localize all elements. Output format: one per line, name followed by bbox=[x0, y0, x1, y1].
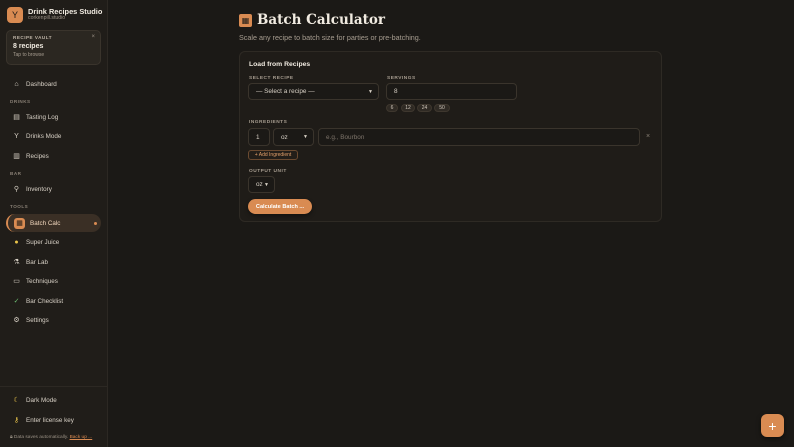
sidebar-item-recipes[interactable]: ▥ Recipes bbox=[6, 147, 101, 165]
sidebar-item-bar-lab[interactable]: ⚗ Bar Lab bbox=[6, 253, 101, 271]
brand-subtitle: corkenpill.studio bbox=[28, 15, 66, 22]
sidebar-item-bar-checklist[interactable]: ✓ Bar Checklist bbox=[6, 292, 101, 310]
home-icon: ⌂ bbox=[14, 80, 19, 88]
save-note-text: Data saves automatically. bbox=[13, 435, 69, 440]
output-unit-select[interactable]: oz ▼ bbox=[248, 176, 275, 193]
servings-preset-24[interactable]: 24 bbox=[417, 104, 432, 112]
add-ingredient-button[interactable]: + Add Ingredient bbox=[248, 150, 298, 160]
abacus-icon: ▦ bbox=[239, 13, 252, 27]
ingredient-unit-select[interactable]: oz ▼ bbox=[273, 128, 314, 146]
checkbox-icon: ✓ bbox=[13, 297, 20, 305]
servings-input[interactable]: 8 bbox=[386, 83, 517, 100]
sidebar-item-techniques[interactable]: ▭ Techniques bbox=[6, 272, 101, 290]
servings-preset-6[interactable]: 6 bbox=[386, 104, 398, 112]
notebook-icon: ▤ bbox=[13, 113, 20, 121]
active-indicator bbox=[94, 221, 97, 225]
vault-hint: Tap to browse bbox=[13, 52, 45, 58]
card-title: Load from Recipes bbox=[249, 61, 311, 68]
ingredient-amount-value: 1 bbox=[256, 133, 260, 141]
remove-ingredient-icon[interactable]: × bbox=[646, 133, 650, 140]
add-fab-button[interactable]: + bbox=[761, 414, 784, 437]
section-drinks: DRINKS bbox=[10, 99, 31, 104]
sidebar-item-label: Super Juice bbox=[26, 238, 60, 246]
lock-icon: 🔒︎ bbox=[10, 435, 13, 440]
lemon-icon: ● bbox=[14, 238, 19, 246]
cocktail-icon: Y bbox=[14, 132, 19, 140]
dark-mode-toggle[interactable]: ☾ Dark Mode bbox=[6, 391, 101, 409]
book-icon: ▭ bbox=[13, 277, 20, 285]
page-subtitle: Scale any recipe to batch size for parti… bbox=[239, 33, 421, 42]
page-title-text: Batch Calculator bbox=[257, 12, 386, 28]
close-icon[interactable]: × bbox=[91, 34, 95, 40]
servings-value: 8 bbox=[394, 88, 398, 95]
servings-label: SERVINGS bbox=[387, 76, 416, 81]
ingredient-unit-value: oz bbox=[281, 133, 288, 141]
license-key-button[interactable]: ⚷ Enter license key bbox=[6, 411, 101, 429]
sidebar-item-label: Bar Lab bbox=[26, 258, 49, 266]
gear-icon: ⚙ bbox=[13, 316, 20, 324]
bottle-icon: ⚲ bbox=[13, 185, 20, 193]
section-tools: TOOLS bbox=[10, 204, 29, 209]
sidebar-item-label: Settings bbox=[26, 316, 49, 324]
sidebar-item-label: Recipes bbox=[26, 152, 49, 160]
brand[interactable]: Y Drink Recipes Studio corkenpill.studio bbox=[7, 7, 102, 23]
key-icon: ⚷ bbox=[13, 416, 20, 424]
sidebar-item-inventory[interactable]: ⚲ Inventory bbox=[6, 180, 101, 198]
sidebar-item-label: Inventory bbox=[26, 185, 52, 193]
sidebar-item-batch-calc[interactable]: ▦ Batch Calc bbox=[6, 214, 101, 232]
ingredient-amount-input[interactable]: 1 bbox=[248, 128, 270, 146]
test-tube-icon: ⚗ bbox=[13, 258, 20, 266]
dark-mode-label: Dark Mode bbox=[26, 396, 57, 404]
sidebar-item-dashboard[interactable]: ⌂ Dashboard bbox=[6, 75, 101, 93]
output-unit-label: OUTPUT UNIT bbox=[249, 169, 287, 174]
recipe-select[interactable]: — Select a recipe — ▼ bbox=[248, 83, 379, 100]
sidebar-item-label: Dashboard bbox=[26, 80, 57, 88]
ingredients-label: INGREDIENTS bbox=[249, 120, 288, 125]
batch-form-card: Load from Recipes SELECT RECIPE — Select… bbox=[239, 51, 662, 222]
sidebar-item-label: Tasting Log bbox=[26, 113, 59, 121]
select-recipe-label: SELECT RECIPE bbox=[249, 76, 294, 81]
recipe-select-value: — Select a recipe — bbox=[256, 88, 315, 95]
vault-count: 8 recipes bbox=[13, 43, 44, 50]
ingredient-name-placeholder: e.g., Bourbon bbox=[326, 133, 365, 141]
servings-preset-12[interactable]: 12 bbox=[401, 104, 415, 112]
sidebar-item-super-juice[interactable]: ● Super Juice bbox=[6, 233, 101, 251]
sidebar-item-label: Batch Calc bbox=[30, 219, 61, 227]
vault-label: RECIPE VAULT bbox=[13, 35, 53, 40]
backup-link[interactable]: Back up ... bbox=[70, 435, 93, 440]
chevron-down-icon: ▼ bbox=[303, 134, 308, 140]
calculate-batch-button[interactable]: Calculate Batch ... bbox=[248, 199, 312, 214]
chevron-down-icon: ▼ bbox=[264, 181, 269, 188]
sidebar-item-settings[interactable]: ⚙ Settings bbox=[6, 311, 101, 329]
sidebar-item-label: Techniques bbox=[26, 277, 58, 285]
moon-icon: ☾ bbox=[13, 396, 20, 404]
sidebar-divider bbox=[0, 386, 108, 387]
books-icon: ▥ bbox=[13, 152, 20, 160]
cocktail-logo-icon: Y bbox=[7, 7, 23, 23]
output-unit-value: oz bbox=[256, 181, 263, 188]
chevron-down-icon: ▼ bbox=[368, 88, 373, 95]
sidebar-item-label: Bar Checklist bbox=[26, 297, 64, 305]
recipe-vault-card[interactable]: RECIPE VAULT × 8 recipes Tap to browse bbox=[6, 30, 101, 65]
sidebar-item-tasting-log[interactable]: ▤ Tasting Log bbox=[6, 108, 101, 126]
page-title: ▦ Batch Calculator bbox=[239, 12, 385, 28]
sidebar-item-drinks-mode[interactable]: Y Drinks Mode bbox=[6, 127, 101, 145]
abacus-icon: ▦ bbox=[14, 217, 25, 229]
save-note: 🔒︎ Data saves automatically. Back up ... bbox=[10, 434, 92, 440]
license-key-label: Enter license key bbox=[26, 416, 74, 424]
section-bar: BAR bbox=[10, 171, 22, 176]
sidebar-item-label: Drinks Mode bbox=[26, 132, 62, 140]
ingredient-name-input[interactable]: e.g., Bourbon bbox=[318, 128, 640, 146]
sidebar: Y Drink Recipes Studio corkenpill.studio… bbox=[0, 0, 108, 447]
servings-preset-50[interactable]: 50 bbox=[434, 104, 450, 112]
